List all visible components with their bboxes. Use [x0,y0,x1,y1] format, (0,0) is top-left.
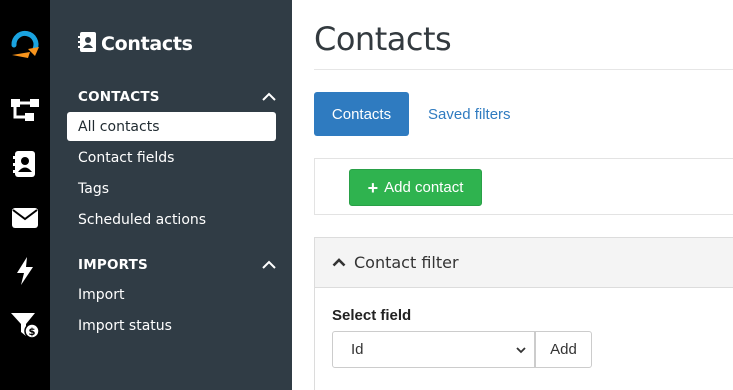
sidebar-item-scheduled-actions[interactable]: Scheduled actions [67,205,276,234]
sidebar-item-tags[interactable]: Tags [67,174,276,203]
email-icon[interactable] [0,206,50,230]
chevron-up-icon [332,254,346,272]
contact-book-icon [78,31,96,57]
add-filter-button[interactable]: Add [535,331,592,368]
chevron-up-icon[interactable] [262,256,276,274]
section-imports-header[interactable]: IMPORTS [78,256,276,274]
add-contact-label: Add contact [384,179,464,196]
page-title: Contacts [314,20,452,58]
plus-icon: + [367,177,379,198]
sidebar-item-all-contacts[interactable]: All contacts [67,112,276,141]
tab-saved-filters[interactable]: Saved filters [428,92,511,136]
tab-contacts[interactable]: Contacts [314,92,409,136]
sidebar-title: Contacts [101,33,193,55]
contacts-icon[interactable] [0,150,50,178]
add-contact-button[interactable]: + Add contact [349,169,482,206]
contact-filter-title: Contact filter [354,253,459,272]
chevron-down-icon [516,341,526,358]
section-contacts-header[interactable]: CONTACTS [78,88,276,106]
section-label: CONTACTS [78,89,160,105]
app-window: $ Contacts CONTACTS All contacts Contact… [0,0,733,390]
divider [314,69,733,70]
main-content: Contacts Contacts Saved filters + Add co… [292,0,733,390]
icon-rail: $ [0,0,50,390]
sidebar-item-import[interactable]: Import [67,280,276,309]
field-select[interactable]: Id [332,331,535,368]
contact-filter-header[interactable]: Contact filter [315,238,733,288]
sidebar: Contacts CONTACTS All contacts Contact f… [50,0,292,390]
workflow-icon[interactable] [0,96,50,124]
contact-filter-panel: Contact filter Select field Id Add [314,237,733,390]
sidebar-header: Contacts [78,31,193,57]
field-select-value: Id [351,341,364,358]
funnel-dollar-icon[interactable]: $ [0,310,50,340]
select-field-label: Select field [332,307,412,324]
lightning-icon[interactable] [0,256,50,286]
toolbar-panel: + Add contact [314,158,733,215]
sidebar-item-contact-fields[interactable]: Contact fields [67,143,276,172]
logo-icon[interactable] [0,22,50,64]
sidebar-item-import-status[interactable]: Import status [67,311,276,340]
section-label: IMPORTS [78,257,148,273]
svg-text:$: $ [29,327,36,338]
chevron-up-icon[interactable] [262,88,276,106]
